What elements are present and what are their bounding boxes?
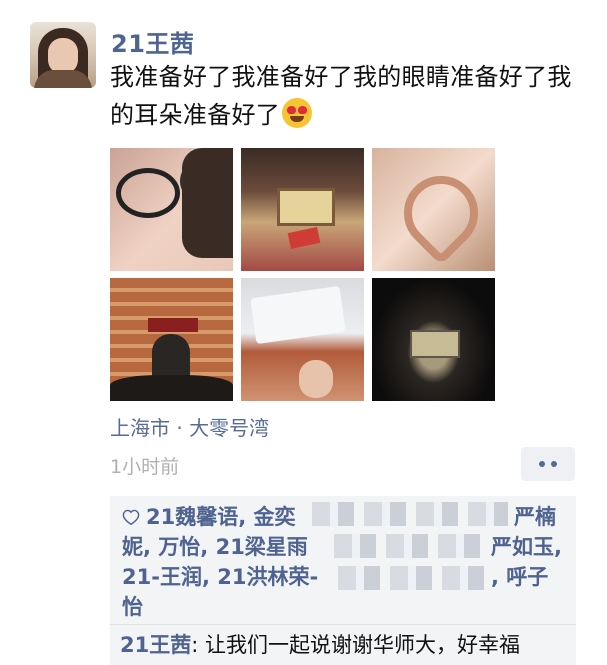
comment-text: 让我们一起说谢谢华师大，好幸福 <box>205 633 520 657</box>
more-actions-button[interactable] <box>521 447 575 481</box>
blurred-name <box>334 534 482 558</box>
post-text-content: 我准备好了我准备好了我的眼睛准备好了我的耳朵准备好了 <box>110 63 572 129</box>
likes-text-3[interactable]: 21-王润, 21洪林荣- <box>122 565 318 589</box>
blurred-name <box>338 566 488 590</box>
photo-grid <box>110 148 495 401</box>
photo-5[interactable] <box>241 278 364 401</box>
likes-text-1[interactable]: 21魏馨语, 金奕 <box>146 505 296 529</box>
avatar[interactable] <box>30 22 96 88</box>
likes-panel: 21魏馨语, 金奕 严楠 妮, 万怡, 21梁星雨 严如玉, 21-王润, 21洪林… <box>110 496 576 624</box>
avatar-body <box>34 70 92 88</box>
avatar-face <box>48 38 78 74</box>
photo-6[interactable] <box>372 278 495 401</box>
comment-separator: : <box>191 633 205 657</box>
heart-eyes-emoji-icon <box>282 98 313 128</box>
post-time: 1小时前 <box>110 456 180 478</box>
likes-text-1-end[interactable]: 严楠 <box>514 502 556 532</box>
photo-2[interactable] <box>241 148 364 271</box>
photo-4[interactable] <box>110 278 233 401</box>
comment-author[interactable]: 21王茜 <box>120 633 191 657</box>
dot-icon <box>539 461 545 467</box>
photo-1[interactable] <box>110 148 233 271</box>
comment-row[interactable]: 21王茜: 让我们一起说谢谢华师大，好幸福 <box>110 625 576 665</box>
glasses-icon <box>116 168 180 218</box>
likes-text-3-end[interactable]: , 呼子 <box>491 562 548 592</box>
likes-text-2-end[interactable]: 严如玉, <box>491 532 562 562</box>
likes-text-2[interactable]: 妮, 万怡, 21梁星雨 <box>122 535 308 559</box>
blurred-name <box>312 502 508 526</box>
post-author-name[interactable]: 21王茜 <box>111 24 194 59</box>
post-location[interactable]: 上海市 · 大零号湾 <box>110 412 269 441</box>
heart-outline-icon <box>122 509 140 525</box>
likes-text-4[interactable]: 怡 <box>122 595 143 619</box>
likes-line-4: 怡 <box>122 592 564 622</box>
photo-3[interactable] <box>372 148 495 271</box>
post-text: 我准备好了我准备好了我的眼睛准备好了我的耳朵准备好了 <box>110 58 580 134</box>
dot-icon <box>551 461 557 467</box>
